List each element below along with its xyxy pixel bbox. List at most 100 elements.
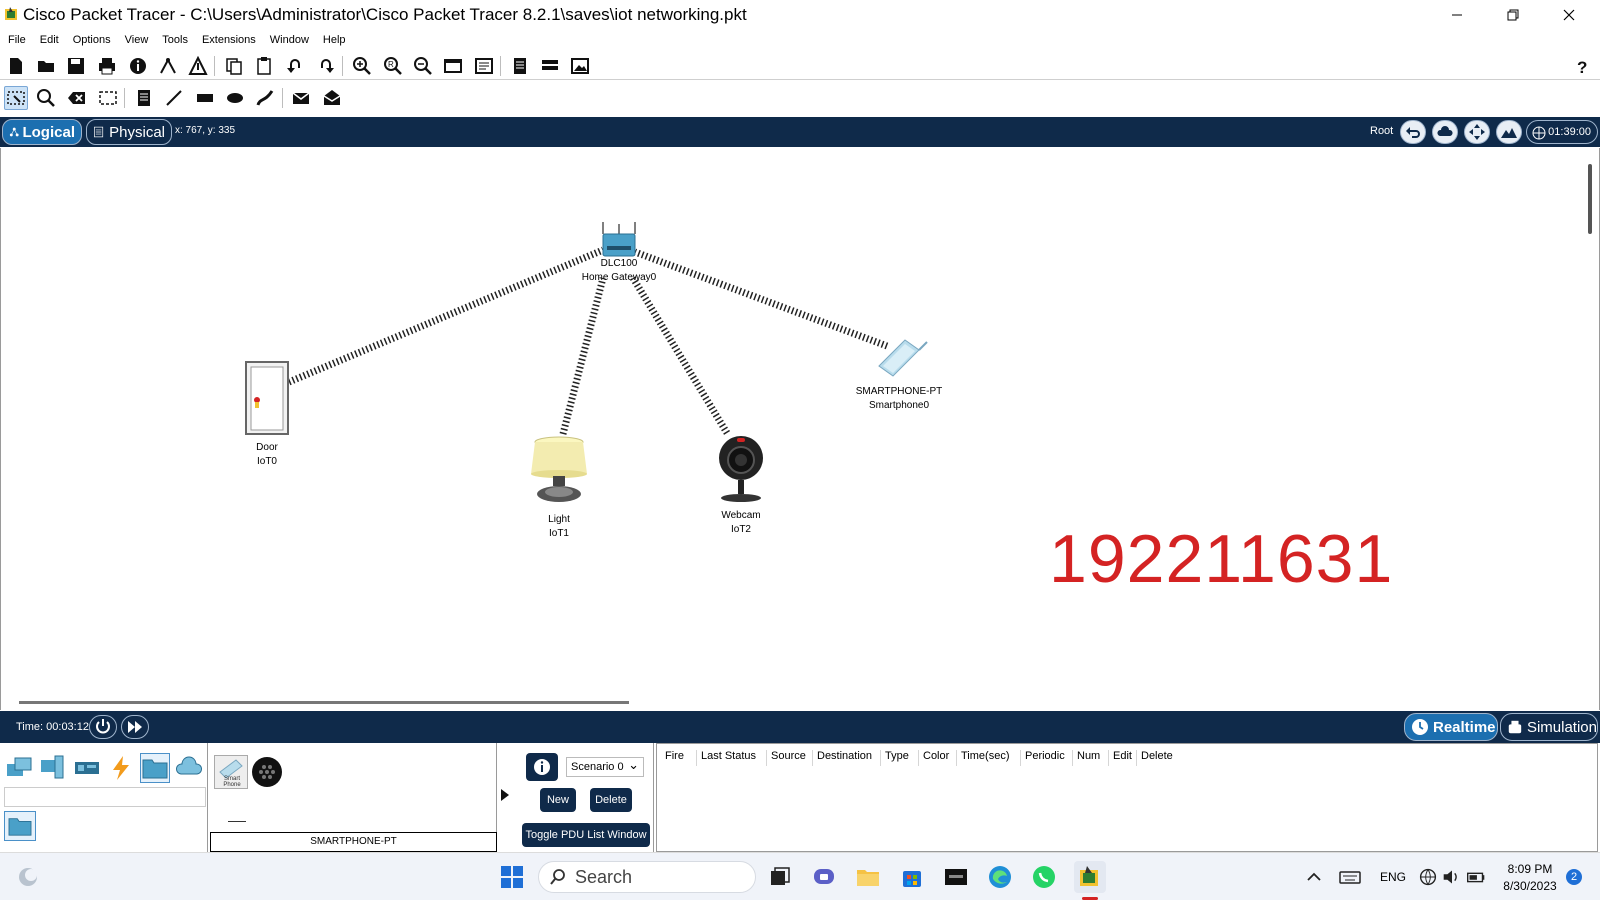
input-language[interactable]: ENG — [1380, 870, 1406, 884]
back-button[interactable] — [1400, 120, 1426, 144]
category-components[interactable] — [72, 753, 102, 783]
link-light-gateway[interactable] — [559, 277, 607, 435]
whatsapp-button[interactable] — [1028, 861, 1060, 893]
link-webcam-gateway[interactable] — [630, 276, 730, 435]
network-info-button[interactable] — [156, 54, 180, 78]
category-end-devices[interactable] — [38, 753, 68, 783]
file-explorer-button[interactable] — [852, 861, 884, 893]
category-multiuser[interactable] — [174, 753, 204, 783]
power-cycle-button[interactable] — [89, 715, 117, 739]
inspect-tool-button[interactable] — [34, 86, 58, 110]
screenshot-button[interactable] — [568, 54, 592, 78]
horizontal-scrollbar[interactable] — [19, 701, 629, 704]
volume-button[interactable] — [1440, 861, 1464, 893]
drawing-palette-button[interactable] — [441, 54, 465, 78]
taskbar-date[interactable]: 8/30/2023 — [1498, 879, 1562, 893]
tab-logical[interactable]: Logical — [2, 119, 82, 145]
device-smartphone[interactable]: SMARTPHONE-PT Smartphone0 — [847, 332, 951, 413]
close-button[interactable] — [1546, 2, 1592, 28]
taskbar-time[interactable]: 8:09 PM — [1498, 862, 1562, 876]
device-door[interactable]: Door IoT0 — [235, 360, 299, 469]
notification-count-badge[interactable]: 2 — [1566, 869, 1582, 885]
start-button[interactable] — [496, 861, 528, 893]
draw-line-button[interactable] — [162, 86, 186, 110]
device-search-field[interactable] — [4, 787, 206, 807]
menu-extensions[interactable]: Extensions — [202, 34, 256, 46]
device-light[interactable]: Light IoT1 — [521, 436, 597, 541]
minimize-button[interactable] — [1434, 2, 1480, 28]
subcategory-folder[interactable] — [4, 811, 36, 841]
device-item-smartphone[interactable]: Smart Phone — [214, 755, 248, 789]
undo-button[interactable] — [283, 54, 307, 78]
logical-workspace[interactable]: DLC100 Home Gateway0 Door IoT0 Light IoT… — [0, 148, 1600, 710]
open-file-button[interactable] — [34, 54, 58, 78]
help-button[interactable]: ? — [1570, 54, 1594, 78]
resize-tool-button[interactable] — [96, 86, 120, 110]
tab-physical[interactable]: Physical — [86, 119, 172, 145]
menu-view[interactable]: View — [125, 34, 149, 46]
scenario-select[interactable]: Scenario 0 — [566, 756, 644, 777]
menu-options[interactable]: Options — [73, 34, 111, 46]
restore-button[interactable] — [1490, 2, 1536, 28]
chat-app-button[interactable] — [808, 861, 840, 893]
category-connections[interactable] — [106, 753, 136, 783]
category-network-devices[interactable] — [4, 753, 34, 783]
new-cluster-button[interactable] — [1432, 120, 1458, 144]
zoom-in-button[interactable] — [350, 54, 374, 78]
new-file-button[interactable] — [4, 54, 28, 78]
set-background-button[interactable] — [1496, 120, 1522, 144]
device-item-speaker[interactable] — [250, 755, 284, 789]
custom-devices-button[interactable] — [472, 54, 496, 78]
select-tool-button[interactable] — [4, 86, 28, 110]
zoom-reset-button[interactable]: R — [381, 54, 405, 78]
add-simple-pdu-button[interactable] — [289, 86, 313, 110]
zoom-out-button[interactable] — [411, 54, 435, 78]
copy-button[interactable] — [222, 54, 246, 78]
category-misc[interactable] — [140, 753, 170, 783]
scenario-info-button[interactable] — [526, 753, 558, 781]
menu-file[interactable]: File — [8, 34, 26, 46]
freeform-button[interactable] — [253, 86, 277, 110]
show-hidden-icons-button[interactable] — [1298, 861, 1330, 893]
activity-wizard-button[interactable] — [186, 54, 210, 78]
info-button[interactable] — [126, 54, 150, 78]
device-home-gateway[interactable]: DLC100 Home Gateway0 — [561, 220, 677, 285]
edge-button[interactable] — [984, 861, 1016, 893]
delete-scenario-button[interactable]: Delete — [590, 788, 632, 812]
save-button[interactable] — [64, 54, 88, 78]
taskbar-search-box[interactable]: Search — [538, 861, 756, 893]
menu-help[interactable]: Help — [323, 34, 346, 46]
new-scenario-button[interactable]: New — [540, 788, 576, 812]
viewport-clock[interactable]: 01:39:00 — [1526, 120, 1598, 144]
paste-button[interactable] — [252, 54, 276, 78]
store-button[interactable] — [896, 861, 928, 893]
redo-button[interactable] — [314, 54, 338, 78]
delete-tool-button[interactable] — [65, 86, 89, 110]
toggle-pdu-list-button[interactable]: Toggle PDU List Window — [522, 823, 650, 847]
draw-rectangle-button[interactable] — [193, 86, 217, 110]
battery-button[interactable] — [1464, 861, 1488, 893]
terminal-app-button[interactable] — [940, 861, 972, 893]
move-object-button[interactable] — [1464, 120, 1490, 144]
draw-ellipse-button[interactable] — [223, 86, 247, 110]
expand-arrow-icon[interactable] — [500, 787, 510, 803]
fast-forward-button[interactable] — [121, 715, 149, 739]
keyboard-button[interactable] — [1334, 861, 1366, 893]
device-webcam[interactable]: Webcam IoT2 — [709, 434, 773, 537]
menu-window[interactable]: Window — [270, 34, 309, 46]
vertical-scrollbar[interactable] — [1588, 164, 1592, 234]
add-complex-pdu-button[interactable] — [320, 86, 344, 110]
link-door-gateway[interactable] — [287, 246, 605, 386]
simulation-mode-button[interactable]: Simulation — [1500, 713, 1598, 741]
place-note-button[interactable] — [132, 86, 156, 110]
network-status-button[interactable] — [1416, 861, 1440, 893]
packet-tracer-taskbar-button[interactable] — [1074, 861, 1106, 893]
widgets-button[interactable] — [12, 861, 44, 893]
print-button[interactable] — [95, 54, 119, 78]
device-template-button[interactable] — [538, 54, 562, 78]
menu-edit[interactable]: Edit — [40, 34, 59, 46]
realtime-mode-button[interactable]: Realtime — [1404, 713, 1498, 741]
menu-tools[interactable]: Tools — [162, 34, 188, 46]
task-view-button[interactable] — [764, 861, 796, 893]
view-notes-button[interactable] — [508, 54, 532, 78]
